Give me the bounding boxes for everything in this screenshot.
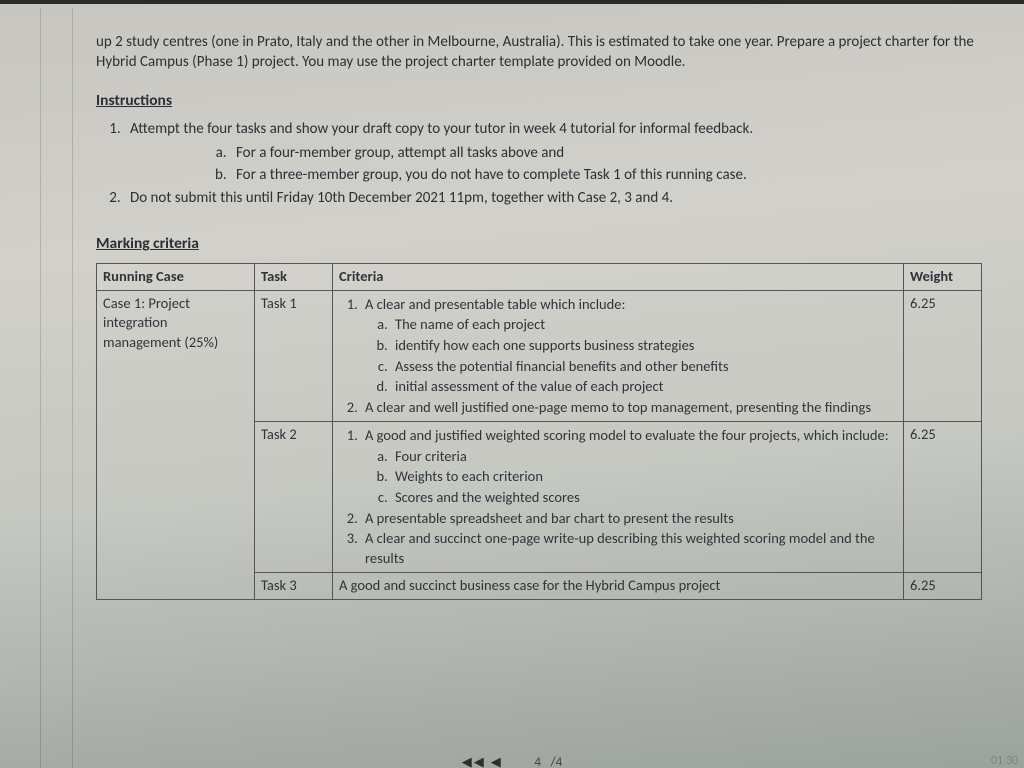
instructions-list: Attempt the four tasks and show your dra… [104, 119, 982, 208]
document-viewport: up 2 study centres (one in Prato, Italy … [0, 0, 1024, 768]
intro-paragraph: up 2 study centres (one in Prato, Italy … [96, 32, 982, 73]
instruction-item: Do not submit this until Friday 10th Dec… [124, 188, 982, 208]
criteria-subitem: The name of each project [391, 315, 897, 335]
cell-running-case: Case 1: Project integration management (… [97, 290, 255, 599]
instruction-text: Attempt the four tasks and show your dra… [130, 120, 753, 138]
criteria-subitem: initial assessment of the value of each … [391, 377, 897, 397]
criteria-text: A good and justified weighted scoring mo… [365, 426, 889, 444]
current-page: 4 [528, 755, 548, 768]
instruction-sublist: For a four-member group, attempt all tas… [210, 143, 982, 186]
instruction-item: Attempt the four tasks and show your dra… [124, 119, 982, 185]
criteria-text: A clear and presentable table which incl… [365, 295, 625, 313]
cell-criteria: A clear and presentable table which incl… [333, 290, 904, 421]
criteria-item: A good and justified weighted scoring mo… [361, 426, 897, 507]
cell-task: Task 1 [255, 290, 333, 421]
cell-criteria: A good and succinct business case for th… [333, 573, 904, 600]
instruction-subitem: For a four-member group, attempt all tas… [230, 143, 982, 163]
marking-criteria-table: Running Case Task Criteria Weight Case 1… [96, 263, 982, 599]
instruction-subitem: For a three-member group, you do not hav… [230, 165, 982, 185]
cell-task: Task 2 [255, 422, 333, 573]
cell-weight: 6.25 [904, 422, 982, 573]
marking-heading: Marking criteria [96, 234, 982, 255]
page-footer: ◀◀ ◀ 4 /4 [0, 755, 1024, 768]
table-row: Case 1: Project integration management (… [97, 290, 982, 421]
criteria-item: A clear and succinct one-page write-up d… [361, 529, 897, 568]
criteria-subitem: Assess the potential financial benefits … [391, 357, 897, 377]
col-header-criteria: Criteria [333, 264, 904, 291]
criteria-item: A clear and well justified one-page memo… [361, 398, 897, 418]
criteria-subitem: Four criteria [391, 447, 897, 467]
cell-weight: 6.25 [904, 290, 982, 421]
col-header-weight: Weight [904, 264, 982, 291]
criteria-item: A presentable spreadsheet and bar chart … [361, 509, 897, 529]
col-header-case: Running Case [97, 264, 255, 291]
table-header-row: Running Case Task Criteria Weight [97, 264, 982, 291]
cell-task: Task 3 [255, 573, 333, 600]
cell-criteria: A good and justified weighted scoring mo… [333, 422, 904, 573]
instructions-heading: Instructions [96, 91, 982, 112]
corner-readout: 01 30 [991, 754, 1018, 768]
ruler-line [40, 8, 41, 768]
criteria-subitem: identify how each one supports business … [391, 336, 897, 356]
page-total: /4 [551, 755, 563, 768]
col-header-task: Task [255, 264, 333, 291]
criteria-subitem: Scores and the weighted scores [391, 488, 897, 508]
cell-weight: 6.25 [904, 573, 982, 600]
page-indicator: 4 /4 [528, 755, 563, 768]
document-page: up 2 study centres (one in Prato, Italy … [96, 32, 982, 752]
criteria-subitem: Weights to each criterion [391, 467, 897, 487]
prev-page-icon[interactable]: ◀◀ ◀ [462, 755, 503, 768]
criteria-item: A clear and presentable table which incl… [361, 295, 897, 397]
ruler-line [72, 8, 73, 768]
